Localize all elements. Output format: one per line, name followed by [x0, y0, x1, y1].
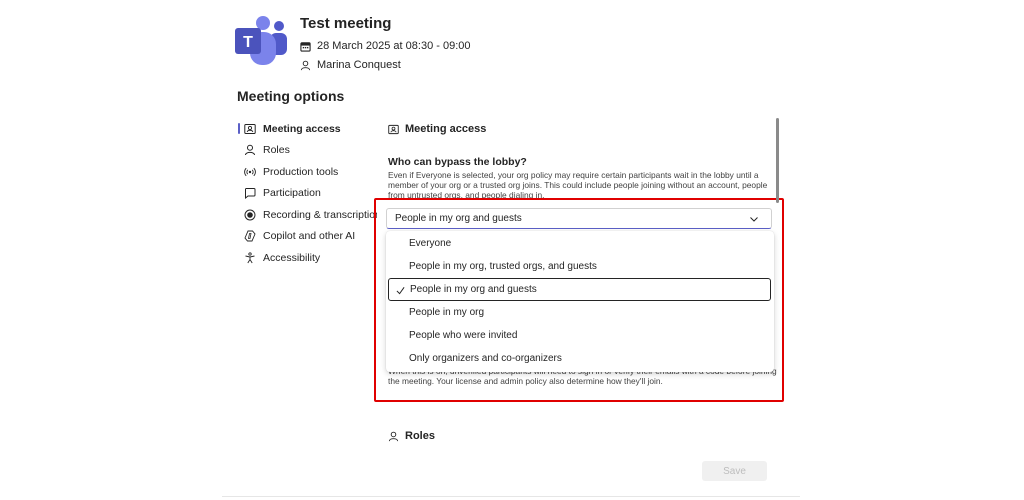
teams-logo-icon: T — [235, 16, 287, 65]
person-icon — [244, 144, 256, 156]
meeting-options-heading: Meeting options — [237, 88, 345, 104]
meeting-access-icon — [244, 123, 256, 135]
lobby-bypass-description: Even if Everyone is selected, your org p… — [388, 170, 768, 198]
lobby-bypass-label: Who can bypass the lobby? — [388, 156, 527, 168]
record-icon — [244, 209, 256, 221]
logo-letter: T — [243, 34, 253, 51]
nav-item-label: Participation — [263, 187, 321, 200]
nav-item-label: Production tools — [263, 165, 339, 178]
nav-item-roles[interactable]: Roles — [237, 140, 377, 162]
highlight-box — [374, 198, 784, 402]
options-nav: Meeting access Roles Production tools Pa… — [237, 118, 377, 269]
section-title-text: Meeting access — [405, 123, 487, 135]
save-button[interactable]: Save — [702, 461, 767, 481]
person-icon — [388, 431, 399, 441]
nav-item-label: Roles — [263, 144, 290, 157]
meeting-datetime: 28 March 2025 at 08:30 - 09:00 — [317, 40, 471, 52]
meeting-datetime-row: 28 March 2025 at 08:30 - 09:00 — [300, 40, 471, 52]
nav-item-copilot-ai[interactable]: Copilot and other AI — [237, 226, 377, 248]
meeting-organizer: Marina Conquest — [317, 59, 401, 71]
nav-item-label: Copilot and other AI — [263, 230, 356, 243]
nav-item-label: Recording & transcription — [263, 208, 377, 221]
section-title-text: Roles — [405, 430, 435, 442]
content-scrollbar[interactable] — [776, 118, 779, 203]
bottom-divider — [222, 496, 800, 497]
roles-section-title: Roles — [388, 430, 435, 442]
meeting-organizer-row: Marina Conquest — [300, 59, 401, 71]
nav-item-production-tools[interactable]: Production tools — [237, 161, 377, 183]
nav-item-participation[interactable]: Participation — [237, 183, 377, 205]
chat-icon — [244, 187, 256, 200]
person-icon — [300, 60, 311, 70]
nav-item-meeting-access[interactable]: Meeting access — [237, 118, 377, 140]
calendar-icon — [300, 41, 311, 52]
meeting-access-icon — [388, 124, 399, 134]
accessibility-icon — [244, 252, 256, 264]
nav-item-accessibility[interactable]: Accessibility — [237, 247, 377, 269]
broadcast-icon — [244, 166, 256, 178]
nav-item-label: Accessibility — [263, 251, 321, 264]
nav-item-recording-transcription[interactable]: Recording & transcription — [237, 204, 377, 226]
meeting-title: Test meeting — [300, 15, 392, 32]
copilot-icon — [244, 230, 256, 242]
meeting-access-section-title: Meeting access — [388, 123, 486, 135]
nav-item-label: Meeting access — [263, 122, 341, 135]
